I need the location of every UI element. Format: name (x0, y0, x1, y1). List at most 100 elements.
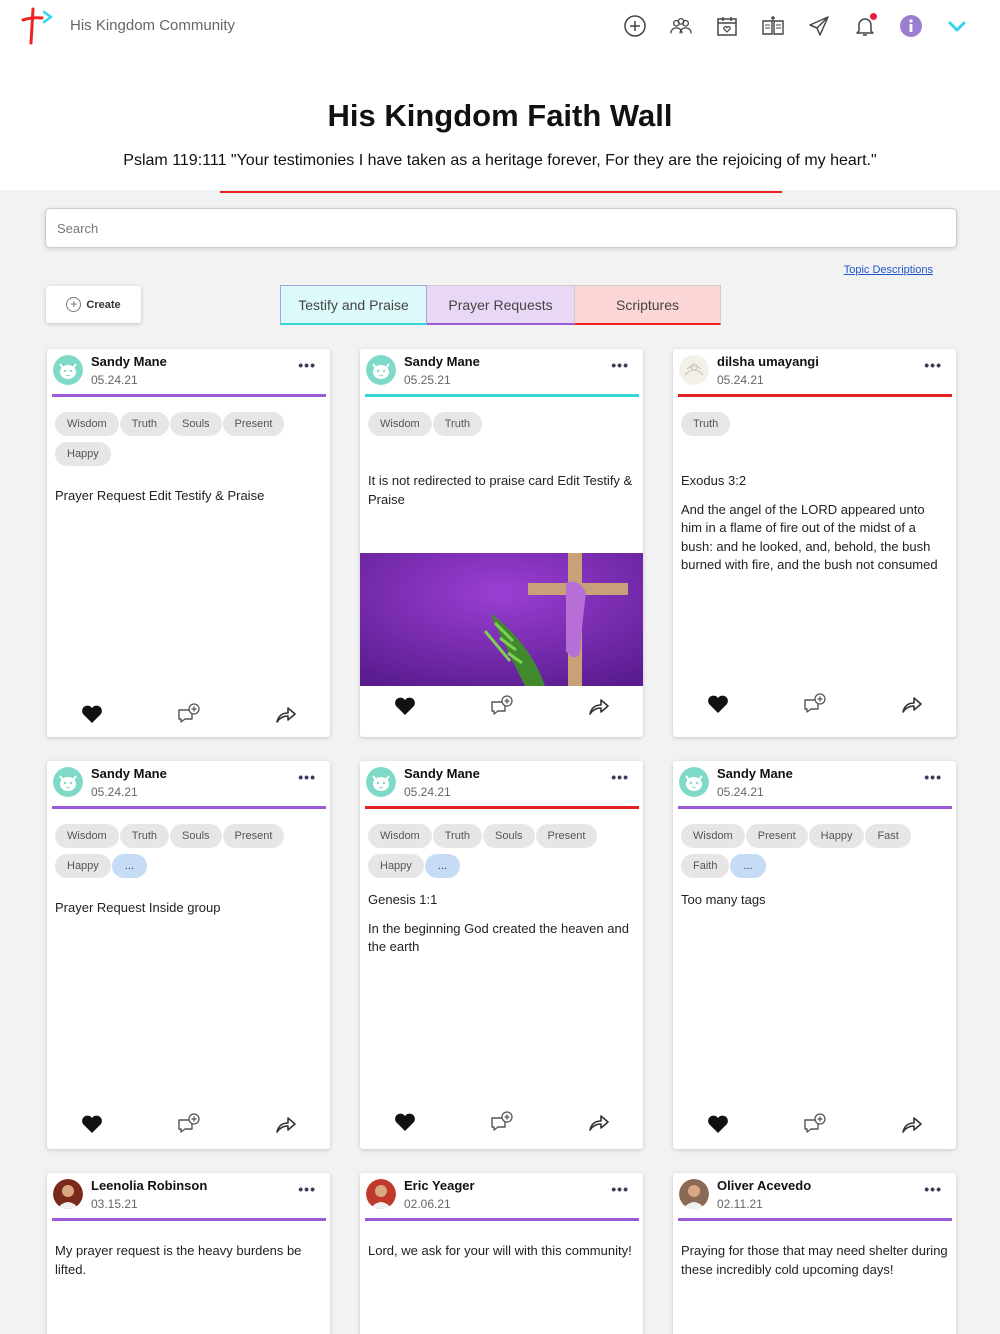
post-card[interactable]: Leenolia Robinson 03.15.21 ••• My prayer re… (47, 1173, 330, 1334)
calendar-icon[interactable] (704, 10, 750, 42)
avatar[interactable] (53, 767, 83, 797)
tag-chip[interactable]: Souls (483, 824, 535, 848)
chevron-down-icon[interactable] (934, 10, 980, 42)
share-icon[interactable] (899, 691, 925, 717)
tag-chip[interactable]: Wisdom (55, 412, 119, 436)
bell-icon[interactable] (842, 10, 888, 42)
tag-chip[interactable]: Fast (865, 824, 911, 848)
more-options-icon[interactable]: ••• (924, 769, 942, 785)
card-header: Leenolia Robinson 03.15.21 ••• (47, 1173, 330, 1221)
create-button[interactable]: + Create (46, 286, 141, 323)
avatar[interactable] (366, 355, 396, 385)
avatar[interactable] (679, 767, 709, 797)
heart-icon[interactable] (392, 1109, 418, 1135)
author-name[interactable]: Sandy Mane (91, 766, 167, 781)
author-name[interactable]: Sandy Mane (91, 354, 167, 369)
card-actions (673, 1111, 956, 1141)
more-tags-button[interactable]: ... (424, 854, 460, 878)
bible-icon[interactable] (750, 10, 796, 42)
tag-chip[interactable]: Faith (681, 854, 730, 878)
share-icon[interactable] (586, 693, 612, 719)
author-name[interactable]: Sandy Mane (404, 354, 480, 369)
tag-chip[interactable]: Wisdom (681, 824, 745, 848)
post-card[interactable]: Sandy Mane 05.25.21 ••• Wisdom Truth It is no… (360, 349, 643, 737)
heart-icon[interactable] (79, 701, 105, 727)
tab-prayer-requests[interactable]: Prayer Requests (427, 285, 574, 325)
more-options-icon[interactable]: ••• (298, 769, 316, 785)
author-name[interactable]: dilsha umayangi (717, 354, 819, 369)
more-options-icon[interactable]: ••• (611, 357, 629, 373)
tag-chip[interactable]: Truth (432, 412, 482, 436)
share-icon[interactable] (586, 1109, 612, 1135)
heart-icon[interactable] (705, 1111, 731, 1137)
tag-chip[interactable]: Truth (119, 824, 169, 848)
tab-testify-praise[interactable]: Testify and Praise (280, 285, 427, 325)
tag-chip[interactable]: Happy (55, 442, 111, 466)
tag-chip[interactable]: Truth (432, 824, 482, 848)
avatar[interactable] (366, 767, 396, 797)
tag-chip[interactable]: Wisdom (55, 824, 119, 848)
heart-icon[interactable] (79, 1111, 105, 1137)
more-options-icon[interactable]: ••• (611, 1181, 629, 1197)
comment-add-icon[interactable] (176, 1111, 202, 1137)
tag-chip[interactable]: Truth (119, 412, 169, 436)
more-options-icon[interactable]: ••• (924, 357, 942, 373)
tag-chip[interactable]: Present (222, 824, 285, 848)
post-card[interactable]: Sandy Mane 05.24.21 ••• Wisdom Truth Souls Pre… (47, 349, 330, 737)
avatar[interactable] (679, 1179, 709, 1209)
tag-chip[interactable]: Wisdom (368, 824, 432, 848)
more-options-icon[interactable]: ••• (924, 1181, 942, 1197)
share-icon[interactable] (273, 701, 299, 727)
tag-chip[interactable]: Souls (170, 824, 222, 848)
card-actions (673, 691, 956, 721)
post-card[interactable]: Oliver Acevedo 02.11.21 ••• Praying for tho… (673, 1173, 956, 1334)
tag-chip[interactable]: Happy (808, 824, 865, 848)
comment-add-icon[interactable] (802, 691, 828, 717)
info-icon[interactable] (888, 10, 934, 42)
avatar[interactable] (53, 1179, 83, 1209)
avatar[interactable] (366, 1179, 396, 1209)
author-name[interactable]: Oliver Acevedo (717, 1178, 811, 1193)
purple-cross-palm-image[interactable] (360, 553, 643, 686)
author-name[interactable]: Eric Yeager (404, 1178, 475, 1193)
post-card[interactable]: Eric Yeager 02.06.21 ••• Lord, we ask for y… (360, 1173, 643, 1334)
avatar[interactable] (679, 355, 709, 385)
post-card[interactable]: dilsha umayangi 05.24.21 ••• Truth Exodus 3:… (673, 349, 956, 737)
tag-chip[interactable]: Wisdom (368, 412, 432, 436)
comment-add-icon[interactable] (489, 693, 515, 719)
more-options-icon[interactable]: ••• (298, 1181, 316, 1197)
post-card[interactable]: Sandy Mane 05.24.21 ••• Wisdom Truth Souls Pre… (47, 761, 330, 1149)
topic-descriptions-link[interactable]: Topic Descriptions (844, 264, 933, 276)
heart-icon[interactable] (392, 693, 418, 719)
heart-icon[interactable] (705, 691, 731, 717)
post-card[interactable]: Sandy Mane 05.24.21 ••• Wisdom Present Happy F… (673, 761, 956, 1149)
tag-chip[interactable]: Present (745, 824, 808, 848)
tag-chip[interactable]: Happy (368, 854, 424, 878)
card-actions (47, 701, 330, 731)
search-input[interactable] (46, 209, 956, 247)
author-name[interactable]: Sandy Mane (404, 766, 480, 781)
tab-scriptures[interactable]: Scriptures (574, 285, 721, 325)
send-icon[interactable] (796, 10, 842, 42)
post-card[interactable]: Sandy Mane 05.24.21 ••• Wisdom Truth Souls Pre… (360, 761, 643, 1149)
share-icon[interactable] (273, 1111, 299, 1137)
tag-chip[interactable]: Souls (170, 412, 222, 436)
more-options-icon[interactable]: ••• (298, 357, 316, 373)
cross-logo-icon[interactable] (20, 7, 60, 45)
plus-circle-icon[interactable] (612, 10, 658, 42)
tag-chip[interactable]: Present (222, 412, 285, 436)
people-icon[interactable] (658, 10, 704, 42)
avatar[interactable] (53, 355, 83, 385)
comment-add-icon[interactable] (489, 1109, 515, 1135)
comment-add-icon[interactable] (802, 1111, 828, 1137)
author-name[interactable]: Leenolia Robinson (91, 1178, 207, 1193)
more-tags-button[interactable]: ... (111, 854, 147, 878)
tag-chip[interactable]: Present (535, 824, 598, 848)
comment-add-icon[interactable] (176, 701, 202, 727)
tag-chip[interactable]: Truth (681, 412, 731, 436)
share-icon[interactable] (899, 1111, 925, 1137)
author-name[interactable]: Sandy Mane (717, 766, 793, 781)
tag-chip[interactable]: Happy (55, 854, 111, 878)
more-options-icon[interactable]: ••• (611, 769, 629, 785)
more-tags-button[interactable]: ... (730, 854, 766, 878)
